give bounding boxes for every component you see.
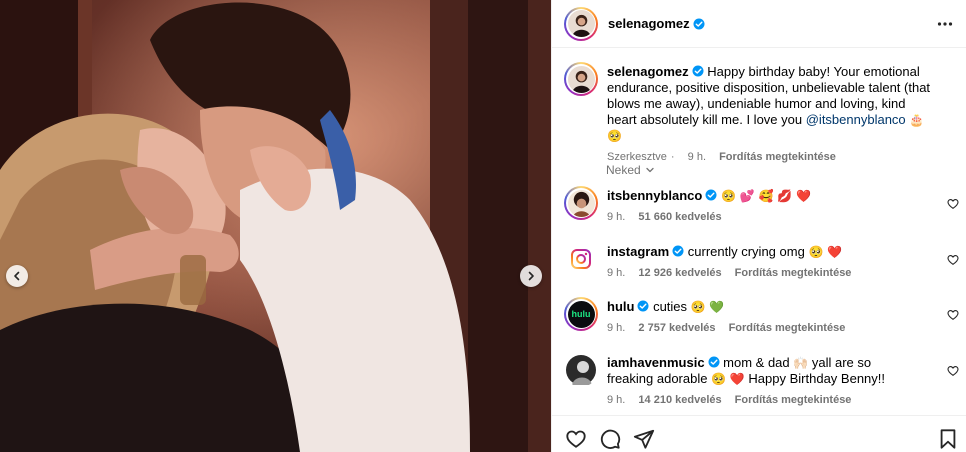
comment-item: iamhavenmusic mom & dad 🙌🏻 yall are so f… <box>564 353 959 415</box>
heart-icon[interactable] <box>947 309 959 321</box>
caption-translate-link[interactable]: Fordítás megtekintése <box>719 151 836 163</box>
comment-emojis: 🥺 💕 🥰 💋 ❤️ <box>720 189 811 203</box>
post-header: selenagomez <box>552 0 966 48</box>
avatar-image <box>566 355 596 385</box>
comment-meta: 9 h. 14 210 kedvelés Fordítás megtekinté… <box>607 394 907 407</box>
like-heart-icon[interactable] <box>565 428 587 450</box>
avatar-image <box>567 10 595 37</box>
share-icon[interactable] <box>633 428 655 450</box>
verified-badge-icon <box>672 245 684 257</box>
comment-filter-dropdown[interactable]: Neked <box>606 163 655 177</box>
comment-time: 9 h. <box>607 267 626 279</box>
comment-emojis: 🥺 ❤️ <box>808 245 843 259</box>
comment-item: instagram currently crying omg 🥺 ❤️ 9 h.… <box>564 242 959 292</box>
comment-icon[interactable] <box>599 428 621 450</box>
next-photo-button[interactable] <box>520 265 542 287</box>
comment-emojis: 🥺 💚 <box>690 300 725 314</box>
comment-translate-link[interactable]: Fordítás megtekintése <box>729 322 846 334</box>
verified-badge-icon <box>637 300 649 312</box>
verified-badge-icon <box>708 356 720 368</box>
chevron-left-icon <box>14 271 20 281</box>
comment-username[interactable]: itsbennyblanco <box>607 188 702 203</box>
comment-avatar[interactable] <box>564 242 598 276</box>
previous-photo-button[interactable] <box>6 265 28 287</box>
verified-badge-icon <box>693 18 705 29</box>
comment-likes[interactable]: 14 210 kedvelés <box>638 394 721 406</box>
comment-avatar[interactable] <box>564 353 598 387</box>
author-username[interactable]: selenagomez <box>608 16 690 31</box>
caption-username[interactable]: selenagomez <box>607 64 689 79</box>
comment-text: Happy Birthday Benny!! <box>748 371 885 386</box>
hulu-logo: hulu <box>571 309 591 319</box>
comment-translate-link[interactable]: Fordítás megtekintése <box>735 394 852 406</box>
comment-time: 9 h. <box>607 322 626 334</box>
verified-badge-icon <box>692 65 704 77</box>
bookmark-icon[interactable] <box>937 428 959 450</box>
comment-text: mom & dad <box>723 355 790 370</box>
caption-mention[interactable]: @itsbennyblanco <box>806 112 906 127</box>
comment-likes[interactable]: 2 757 kedvelés <box>638 322 715 334</box>
caption-avatar[interactable] <box>564 62 598 96</box>
comment-time: 9 h. <box>607 211 626 223</box>
verified-badge-icon <box>705 189 717 201</box>
heart-icon[interactable] <box>947 198 959 210</box>
photo-image <box>0 0 551 452</box>
post-photo[interactable] <box>0 0 551 452</box>
comment-avatar[interactable] <box>564 186 598 220</box>
comment-filter-label: Neked <box>606 163 641 177</box>
comment-translate-link[interactable]: Fordítás megtekintése <box>735 267 852 279</box>
caption: selenagomez Happy birthday baby! Your em… <box>564 62 959 163</box>
comment-meta: 9 h. 51 660 kedvelés <box>607 211 937 224</box>
more-options-icon[interactable] <box>937 16 953 32</box>
comment-emoji: 🙌🏻 <box>793 356 809 370</box>
comments-section[interactable]: selenagomez Happy birthday baby! Your em… <box>552 48 966 415</box>
post-details-panel: selenagomez selenagomez Happy birthday b… <box>551 0 966 452</box>
comment-emojis: 🥺 ❤️ <box>711 372 745 386</box>
comment-item: itsbennyblanco 🥺 💕 🥰 💋 ❤️ 9 h. 51 660 ke… <box>564 186 959 236</box>
chevron-down-icon <box>646 167 654 173</box>
comment-username[interactable]: iamhavenmusic <box>607 355 705 370</box>
comment-text: cuties <box>653 299 688 314</box>
heart-icon[interactable] <box>947 254 959 266</box>
comment-meta: 9 h. 12 926 kedvelés Fordítás megtekinté… <box>607 267 937 280</box>
heart-icon[interactable] <box>947 365 959 377</box>
post-action-bar <box>552 415 966 452</box>
comment-meta: 9 h. 2 757 kedvelés Fordítás megtekintés… <box>607 322 937 335</box>
caption-time: 9 h. <box>687 151 707 163</box>
comment-avatar[interactable]: hulu <box>564 297 598 331</box>
comment-item: hulu hulu cuties 🥺 💚 9 h. 2 757 kedvelés… <box>564 297 959 347</box>
comment-likes[interactable]: 12 926 kedvelés <box>638 267 721 279</box>
comment-text: currently crying omg <box>687 244 805 259</box>
comment-time: 9 h. <box>607 394 626 406</box>
caption-meta: Szerkesztve · 9 h. Fordítás megtekintése <box>607 151 836 163</box>
comment-username[interactable]: instagram <box>607 244 669 259</box>
instagram-logo-icon <box>571 249 591 269</box>
comment-username[interactable]: hulu <box>607 299 634 314</box>
chevron-right-icon <box>528 271 534 281</box>
comment-likes[interactable]: 51 660 kedvelés <box>638 211 721 223</box>
avatar-image <box>567 189 595 217</box>
author-avatar[interactable] <box>564 6 598 41</box>
edited-label: Szerkesztve <box>607 151 667 163</box>
avatar-image <box>567 65 595 93</box>
